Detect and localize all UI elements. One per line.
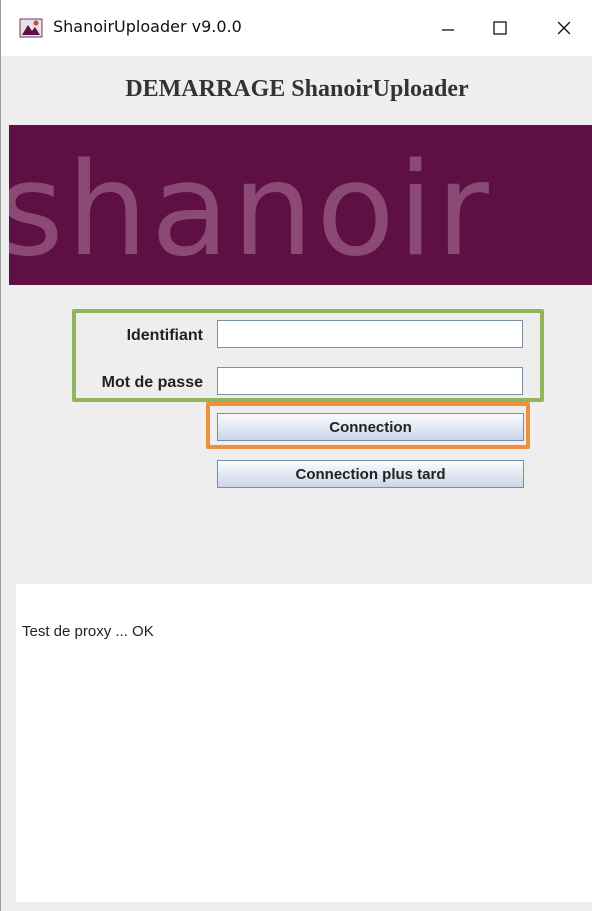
close-icon: [557, 21, 571, 35]
log-line: Test de proxy ... OK: [22, 623, 154, 640]
window-bottom-edge: [1, 902, 592, 911]
window-title: ShanoirUploader v9.0.0: [53, 17, 242, 36]
page-title: DEMARRAGE ShanoirUploader: [125, 76, 469, 102]
log-panel: Test de proxy ... OK: [16, 584, 592, 902]
connect-later-button[interactable]: Connection plus tard: [217, 460, 524, 488]
minimize-icon: [442, 29, 454, 31]
close-button[interactable]: [535, 0, 592, 56]
credentials-highlight: [72, 309, 544, 402]
app-window: ShanoirUploader v9.0.0 DEMARRAGE Shanoir…: [0, 0, 592, 911]
app-logo-icon: [19, 16, 43, 40]
banner-logo-text: shanoir: [9, 136, 492, 285]
maximize-icon: [493, 21, 507, 35]
maximize-button[interactable]: [471, 0, 529, 56]
shanoir-banner: shanoir: [9, 125, 592, 285]
title-bar: ShanoirUploader v9.0.0: [1, 0, 592, 56]
connect-highlight: [206, 402, 530, 449]
minimize-button[interactable]: [419, 0, 477, 56]
